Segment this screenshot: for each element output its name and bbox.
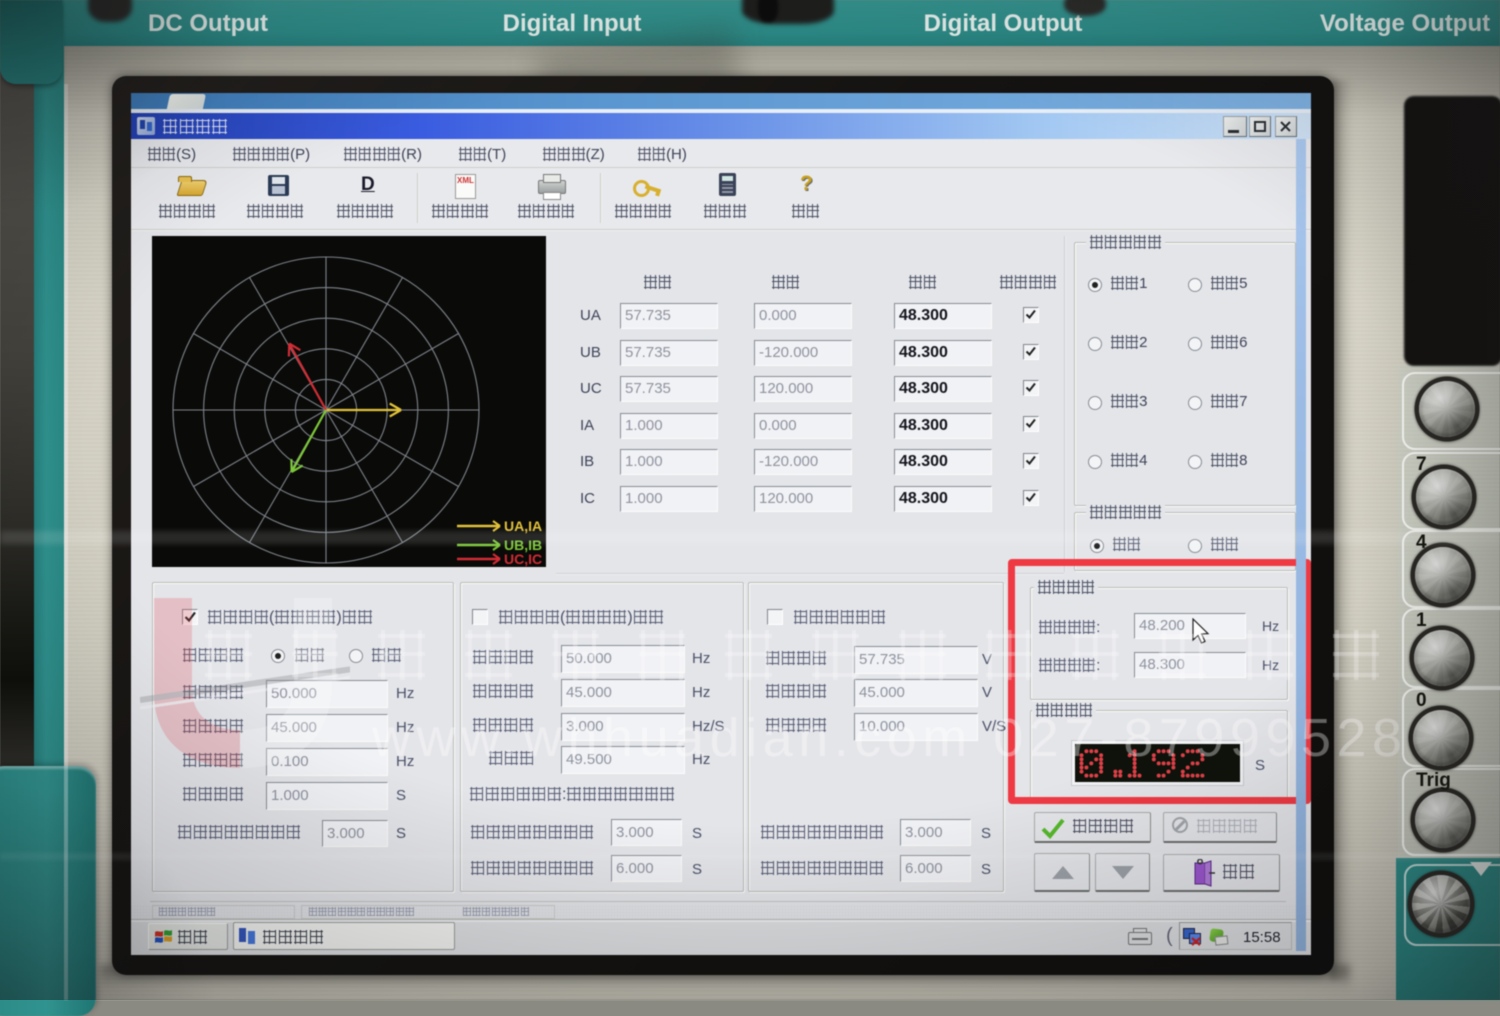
svg-text:UC,IC: UC,IC (504, 551, 542, 567)
